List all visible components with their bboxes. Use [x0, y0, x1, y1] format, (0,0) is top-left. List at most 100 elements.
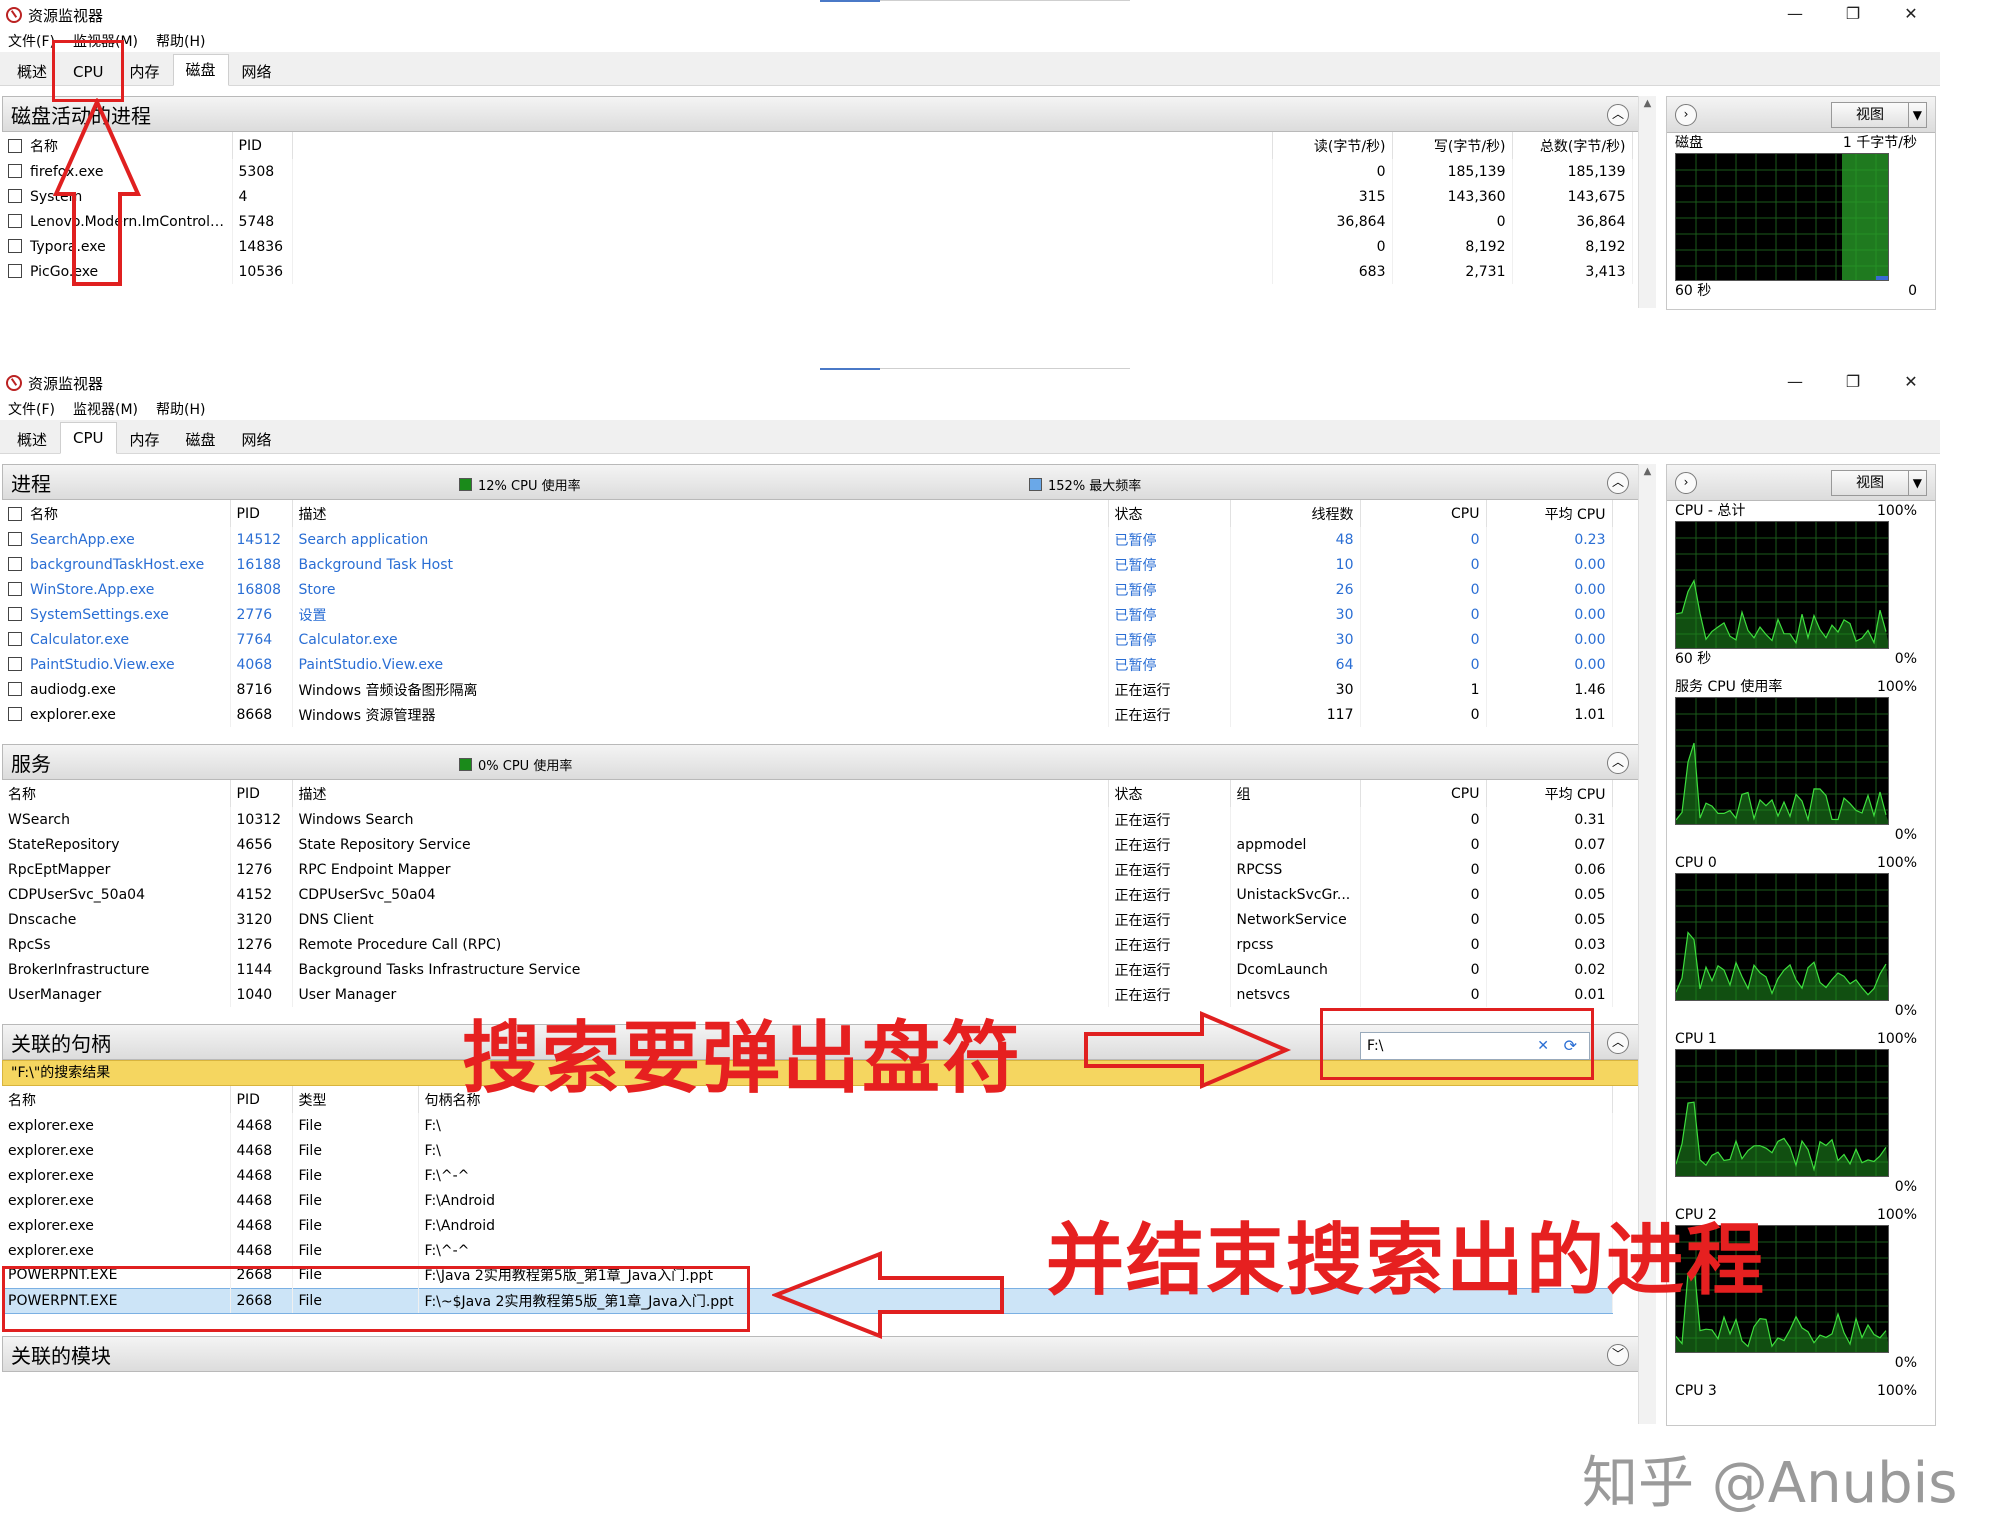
- scroll-up-icon[interactable]: ▲: [1639, 96, 1656, 112]
- tab-memory[interactable]: 内存: [117, 57, 173, 85]
- col-write[interactable]: 写(字节/秒): [1392, 132, 1513, 159]
- col-total[interactable]: 总数(字节/秒): [1512, 132, 1633, 159]
- restore-button[interactable]: ❐: [1824, 0, 1882, 30]
- col-threads[interactable]: 线程数: [1230, 500, 1361, 527]
- table-row[interactable]: Lenovo.Modern.ImController... 5748 36,864 0…: [2, 209, 1633, 234]
- table-row[interactable]: WinStore.App.exe 16808 Store 已暂停 26 0 0.00: [2, 577, 1613, 602]
- row-checkbox[interactable]: [8, 238, 22, 253]
- row-checkbox[interactable]: [8, 556, 22, 571]
- row-checkbox[interactable]: [8, 263, 22, 278]
- col-pid[interactable]: PID: [230, 500, 293, 527]
- collapse-up-icon[interactable]: ︿: [1607, 1032, 1629, 1054]
- cpu3-graph-label-row: CPU 3 100%: [1667, 1381, 1935, 1401]
- col-description[interactable]: 描述: [292, 500, 1109, 527]
- col-cpu[interactable]: CPU: [1360, 780, 1487, 807]
- top-scrollbar[interactable]: ▲: [1638, 96, 1656, 308]
- table-row[interactable]: Typora.exe 14836 0 8,192 8,192: [2, 234, 1633, 259]
- table-row[interactable]: Calculator.exe 7764 Calculator.exe 已暂停 30 0 0.…: [2, 627, 1613, 652]
- row-checkbox[interactable]: [8, 681, 22, 696]
- menu-file[interactable]: 文件(F): [8, 31, 55, 51]
- restore-button[interactable]: ❐: [1824, 368, 1882, 398]
- col-cpu[interactable]: CPU: [1360, 500, 1487, 527]
- cell-avg-cpu: 0.01: [1486, 982, 1613, 1007]
- table-row[interactable]: explorer.exe 4468 File F:\: [2, 1113, 1613, 1138]
- service-cpu-legend: 0% CPU 使用率: [459, 755, 572, 774]
- tab-overview[interactable]: 概述: [4, 425, 60, 453]
- tab-disk[interactable]: 磁盘: [172, 54, 229, 86]
- col-name[interactable]: 名称: [2, 780, 231, 807]
- tab-cpu[interactable]: CPU: [60, 422, 117, 454]
- row-checkbox[interactable]: [8, 656, 22, 671]
- table-row[interactable]: PaintStudio.View.exe 4068 PaintStudio.View…: [2, 652, 1613, 677]
- col-status[interactable]: 状态: [1108, 500, 1231, 527]
- collapse-up-icon[interactable]: ︿: [1607, 472, 1629, 494]
- menu-help[interactable]: 帮助(H): [156, 399, 205, 419]
- table-row[interactable]: SystemSettings.exe 2776 设置 已暂停 30 0 0.00: [2, 602, 1613, 627]
- tab-network[interactable]: 网络: [229, 425, 285, 453]
- tab-network[interactable]: 网络: [229, 57, 285, 85]
- close-button[interactable]: ✕: [1882, 0, 1940, 30]
- collapse-up-icon[interactable]: ︿: [1607, 752, 1629, 774]
- table-row[interactable]: backgroundTaskHost.exe 16188 Background Ta…: [2, 552, 1613, 577]
- row-checkbox[interactable]: [8, 606, 22, 621]
- table-row[interactable]: Dnscache 3120 DNS Client 正在运行 NetworkService…: [2, 907, 1613, 932]
- cell-description: PaintStudio.View.exe: [292, 652, 1109, 677]
- select-all-checkbox[interactable]: [8, 138, 22, 153]
- close-button[interactable]: ✕: [1882, 368, 1940, 398]
- table-row[interactable]: BrokerInfrastructure 1144 Background Tasks…: [2, 957, 1613, 982]
- menu-monitor[interactable]: 监视器(M): [73, 399, 138, 419]
- expand-down-icon[interactable]: ﹀: [1607, 1344, 1629, 1366]
- row-checkbox[interactable]: [8, 163, 22, 178]
- row-checkbox[interactable]: [8, 631, 22, 646]
- row-checkbox[interactable]: [8, 706, 22, 721]
- table-row[interactable]: CDPUserSvc_50a04 4152 CDPUserSvc_50a04 正在运行…: [2, 882, 1613, 907]
- col-type[interactable]: 类型: [292, 1086, 419, 1113]
- expand-right-icon[interactable]: ›: [1675, 104, 1697, 126]
- annotation-right-arrow: [1084, 1010, 1292, 1090]
- window-title: 资源监视器: [28, 6, 104, 25]
- table-row[interactable]: System 4 315 143,360 143,675: [2, 184, 1633, 209]
- tab-memory[interactable]: 内存: [117, 425, 173, 453]
- table-row[interactable]: PicGo.exe 10536 683 2,731 3,413: [2, 259, 1633, 284]
- view-button[interactable]: 视图: [1831, 470, 1927, 496]
- table-row[interactable]: explorer.exe 4468 File F:\^-^: [2, 1163, 1613, 1188]
- view-button[interactable]: 视图: [1831, 102, 1927, 128]
- row-checkbox[interactable]: [8, 581, 22, 596]
- modules-header[interactable]: 关联的模块 ﹀: [2, 1336, 1640, 1372]
- table-row[interactable]: audiodg.exe 8716 Windows 音频设备图形隔离 正在运行 30 1 1.…: [2, 677, 1613, 702]
- tab-disk[interactable]: 磁盘: [173, 425, 229, 453]
- table-row[interactable]: explorer.exe 4468 File F:\: [2, 1138, 1613, 1163]
- col-status[interactable]: 状态: [1108, 780, 1231, 807]
- disk-process-header[interactable]: 磁盘活动的进程 ︿: [2, 96, 1640, 132]
- table-row[interactable]: SearchApp.exe 14512 Search application 已暂停 4…: [2, 527, 1613, 552]
- col-pid[interactable]: PID: [232, 132, 293, 159]
- col-avg-cpu[interactable]: 平均 CPU: [1486, 780, 1613, 807]
- menu-help[interactable]: 帮助(H): [156, 31, 205, 51]
- col-name[interactable]: 名称: [2, 500, 231, 527]
- table-row[interactable]: WSearch 10312 Windows Search 正在运行 0 0.31: [2, 807, 1613, 832]
- table-row[interactable]: firefox.exe 5308 0 185,139 185,139: [2, 159, 1633, 184]
- minimize-button[interactable]: —: [1766, 368, 1824, 398]
- col-name[interactable]: 名称: [2, 1086, 231, 1113]
- table-row[interactable]: RpcEptMapper 1276 RPC Endpoint Mapper 正在运行 R…: [2, 857, 1613, 882]
- table-row[interactable]: RpcSs 1276 Remote Procedure Call (RPC) 正在运行…: [2, 932, 1613, 957]
- col-read[interactable]: 读(字节/秒): [1272, 132, 1393, 159]
- select-all-checkbox[interactable]: [8, 506, 22, 521]
- col-pid[interactable]: PID: [230, 1086, 293, 1113]
- collapse-up-icon[interactable]: ︿: [1607, 104, 1629, 126]
- col-pid[interactable]: PID: [230, 780, 293, 807]
- expand-right-icon[interactable]: ›: [1675, 472, 1697, 494]
- services-header[interactable]: 服务 0% CPU 使用率 ︿: [2, 744, 1640, 780]
- row-checkbox[interactable]: [8, 188, 22, 203]
- table-row[interactable]: explorer.exe 8668 Windows 资源管理器 正在运行 117 0 1.0…: [2, 702, 1613, 727]
- scroll-up-icon[interactable]: ▲: [1639, 464, 1656, 480]
- minimize-button[interactable]: —: [1766, 0, 1824, 30]
- row-checkbox[interactable]: [8, 531, 22, 546]
- col-avg-cpu[interactable]: 平均 CPU: [1486, 500, 1613, 527]
- process-header[interactable]: 进程 12% CPU 使用率 152% 最大频率 ︿: [2, 464, 1640, 500]
- menu-file[interactable]: 文件(F): [8, 399, 55, 419]
- col-group[interactable]: 组: [1230, 780, 1361, 807]
- table-row[interactable]: StateRepository 4656 State Repository Serv…: [2, 832, 1613, 857]
- row-checkbox[interactable]: [8, 213, 22, 228]
- col-description[interactable]: 描述: [292, 780, 1109, 807]
